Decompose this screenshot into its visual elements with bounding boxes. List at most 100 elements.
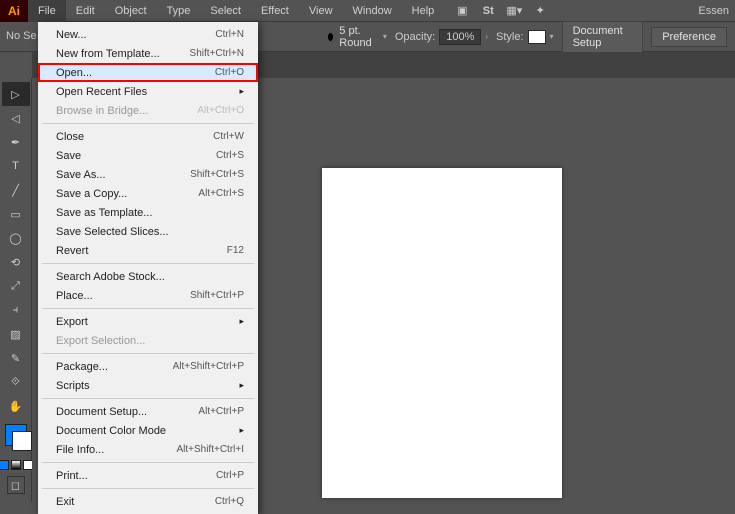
eyedropper-tool[interactable]: ✎ (2, 346, 30, 370)
preferences-button[interactable]: Preference (651, 27, 727, 47)
menu-item-label: Save as Template... (56, 207, 152, 219)
menu-item-label: Export Selection... (56, 335, 145, 347)
menu-item-new-from-template[interactable]: New from Template...Shift+Ctrl+N (38, 44, 258, 63)
menu-item-shortcut: Ctrl+N (215, 29, 244, 40)
menu-item-export-selection: Export Selection... (38, 331, 258, 350)
menu-help[interactable]: Help (402, 0, 445, 22)
blend-tool[interactable]: ⟐ (2, 370, 30, 394)
menu-separator (42, 398, 254, 399)
chevron-down-icon[interactable]: ▾ (383, 32, 387, 41)
stock-icon[interactable]: St (478, 3, 498, 19)
ellipse-tool[interactable]: ◯ (2, 226, 30, 250)
draw-mode-button[interactable]: ◻ (7, 476, 25, 494)
line-tool[interactable]: ╱ (2, 178, 30, 202)
menu-item-label: Open Recent Files (56, 86, 147, 98)
menu-separator (42, 308, 254, 309)
menu-item-shortcut: Ctrl+O (215, 67, 244, 78)
opacity-value[interactable]: 100% (439, 29, 481, 45)
menu-item-shortcut: Ctrl+P (216, 470, 244, 481)
scale-tool[interactable]: ⤢ (2, 274, 30, 298)
menu-item-label: Save Selected Slices... (56, 226, 169, 238)
menu-file[interactable]: File (28, 0, 66, 22)
menu-item-label: Place... (56, 290, 93, 302)
menu-item-document-color-mode[interactable]: Document Color Mode▸ (38, 421, 258, 440)
menu-type[interactable]: Type (157, 0, 201, 22)
menu-view[interactable]: View (299, 0, 343, 22)
menu-item-open-recent-files[interactable]: Open Recent Files ▸ (38, 82, 258, 101)
selection-tool[interactable]: ▷ (2, 82, 30, 106)
tools-panel: ▷ ◁ ✒ T ╱ ▭ ◯ ⟲ ⤢ ⫞ ▨ ✎ ⟐ ✋ ◻ (0, 78, 32, 502)
menu-item-revert[interactable]: RevertF12 (38, 241, 258, 260)
type-tool[interactable]: T (2, 154, 30, 178)
menu-item-file-info[interactable]: File Info...Alt+Shift+Ctrl+I (38, 440, 258, 459)
gradient-tool[interactable]: ▨ (2, 322, 30, 346)
color-mode-solid[interactable] (0, 460, 9, 470)
stroke-profile[interactable]: 5 pt. Round (339, 25, 377, 49)
menu-item-label: Export (56, 316, 88, 328)
app-icon: Ai (0, 0, 28, 22)
menu-item-scripts[interactable]: Scripts ▸ (38, 376, 258, 395)
menu-item-save-as-template[interactable]: Save as Template... (38, 203, 258, 222)
menu-item-shortcut: Shift+Ctrl+S (190, 169, 244, 180)
menu-item-close[interactable]: Close Ctrl+W (38, 127, 258, 146)
menu-separator (42, 353, 254, 354)
menu-item-new[interactable]: New...Ctrl+N (38, 25, 258, 44)
menu-item-browse-in-bridge: Browse in Bridge...Alt+Ctrl+O (38, 101, 258, 120)
menu-object[interactable]: Object (105, 0, 157, 22)
menu-item-shortcut: Ctrl+W (213, 131, 244, 142)
menu-item-shortcut: Alt+Ctrl+P (198, 406, 244, 417)
menu-item-save-selected-slices[interactable]: Save Selected Slices... (38, 222, 258, 241)
fill-stroke-swatch[interactable] (5, 424, 27, 446)
menu-item-shortcut: Shift+Ctrl+P (190, 290, 244, 301)
menu-item-document-setup[interactable]: Document Setup... Alt+Ctrl+P (38, 402, 258, 421)
gpu-icon[interactable]: ✦ (530, 3, 550, 19)
bridge-icon[interactable]: ▣ (452, 3, 472, 19)
color-mode-gradient[interactable] (11, 460, 21, 470)
arrange-icon[interactable]: ▦▾ (504, 3, 524, 19)
menu-item-package[interactable]: Package... Alt+Shift+Ctrl+P (38, 357, 258, 376)
artboard[interactable] (322, 168, 562, 498)
menu-item-label: Document Color Mode (56, 425, 166, 437)
menu-effect[interactable]: Effect (251, 0, 299, 22)
rectangle-tool[interactable]: ▭ (2, 202, 30, 226)
menu-item-save-as[interactable]: Save As...Shift+Ctrl+S (38, 165, 258, 184)
menu-edit[interactable]: Edit (66, 0, 105, 22)
menu-item-label: Package... (56, 361, 108, 373)
menu-select[interactable]: Select (200, 0, 251, 22)
menu-item-search-adobe-stock[interactable]: Search Adobe Stock... (38, 267, 258, 286)
menu-item-open[interactable]: Open...Ctrl+O (38, 63, 258, 82)
menu-window[interactable]: Window (343, 0, 402, 22)
menu-item-print[interactable]: Print...Ctrl+P (38, 466, 258, 485)
menubar: Ai File Edit Object Type Select Effect V… (0, 0, 735, 22)
menu-separator (42, 123, 254, 124)
selection-label: No Se (0, 30, 43, 42)
width-tool[interactable]: ⫞ (2, 298, 30, 322)
submenu-arrow-icon: ▸ (239, 380, 244, 391)
menu-item-shortcut: F12 (227, 245, 244, 256)
menu-item-place[interactable]: Place... Shift+Ctrl+P (38, 286, 258, 305)
chevron-right-icon[interactable]: › (485, 32, 488, 41)
menu-item-label: Scripts (56, 380, 90, 392)
hand-tool[interactable]: ✋ (2, 394, 30, 418)
color-mode-none[interactable] (23, 460, 33, 470)
workspace-label[interactable]: Essen (698, 5, 735, 17)
style-swatch[interactable] (528, 30, 546, 44)
rotate-tool[interactable]: ⟲ (2, 250, 30, 274)
menu-item-save-a-copy[interactable]: Save a Copy...Alt+Ctrl+S (38, 184, 258, 203)
menu-item-export[interactable]: Export▸ (38, 312, 258, 331)
menu-item-shortcut: Alt+Shift+Ctrl+P (173, 361, 244, 372)
direct-selection-tool[interactable]: ◁ (2, 106, 30, 130)
menu-item-label: File Info... (56, 444, 104, 456)
menu-item-label: Document Setup... (56, 406, 147, 418)
submenu-arrow-icon: ▸ (239, 86, 244, 97)
style-label: Style: (496, 31, 524, 43)
menu-separator (42, 488, 254, 489)
pen-tool[interactable]: ✒ (2, 130, 30, 154)
menu-item-label: Close (56, 131, 84, 143)
menu-item-label: New from Template... (56, 48, 160, 60)
menu-item-save[interactable]: SaveCtrl+S (38, 146, 258, 165)
chevron-down-icon[interactable]: ▾ (550, 32, 554, 41)
document-setup-button[interactable]: Document Setup (562, 21, 644, 53)
menu-item-label: Save a Copy... (56, 188, 127, 200)
menu-item-shortcut: Alt+Ctrl+O (197, 105, 244, 116)
